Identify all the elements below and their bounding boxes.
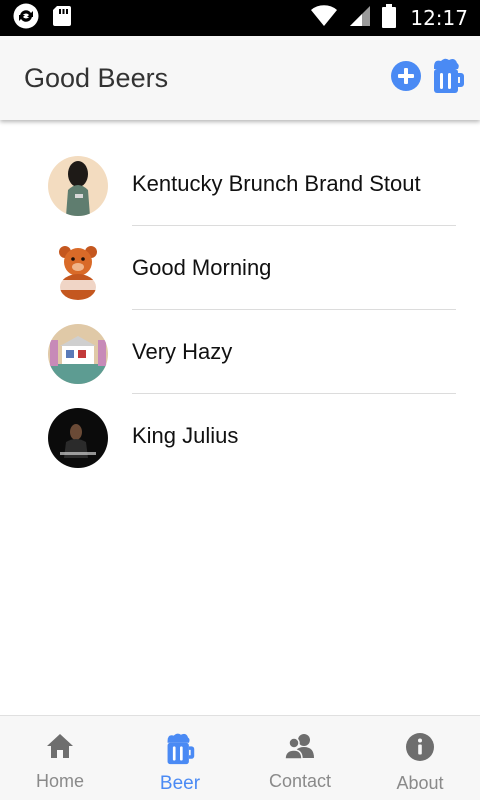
- page-title: Good Beers: [24, 62, 169, 93]
- tab-home[interactable]: Home: [0, 716, 120, 800]
- home-icon: [45, 732, 75, 765]
- wifi-icon: [310, 4, 338, 32]
- battery-icon: [382, 3, 397, 33]
- signal-icon: [348, 5, 372, 32]
- tab-label: Beer: [159, 773, 201, 794]
- app-screen: 12:17 Good Beers Kentucky Brunch Brand S…: [0, 0, 480, 800]
- beer-mug-icon: [164, 732, 196, 771]
- beer-mug-icon: [430, 57, 466, 100]
- sd-card-icon: [52, 4, 72, 33]
- beer-name: Very Hazy: [132, 339, 233, 364]
- avatar-figure: [48, 156, 108, 216]
- list-item[interactable]: King Julius: [0, 394, 480, 478]
- list-item[interactable]: Very Hazy: [0, 310, 480, 394]
- sync-icon: [12, 2, 40, 35]
- beer-name: King Julius: [132, 423, 239, 448]
- tab-about[interactable]: About: [360, 716, 480, 800]
- status-bar: 12:17: [0, 0, 480, 36]
- tab-label: About: [396, 773, 444, 793]
- list-item[interactable]: Good Morning: [0, 226, 480, 310]
- tab-label: Home: [35, 771, 84, 791]
- avatar-teddy-bear: [48, 240, 108, 300]
- beer-name: Kentucky Brunch Brand Stout: [132, 171, 421, 196]
- avatar-dark-portrait: [48, 408, 108, 468]
- beer-button[interactable]: [430, 57, 466, 100]
- tab-bar: Home Beer Contact About: [0, 715, 480, 800]
- tab-label: Contact: [268, 771, 332, 791]
- avatar-house: [48, 324, 108, 384]
- tab-contact[interactable]: Contact: [240, 716, 360, 800]
- app-bar: Good Beers: [0, 36, 480, 120]
- list-item[interactable]: Kentucky Brunch Brand Stout: [0, 142, 480, 226]
- add-circle-icon: [390, 60, 422, 97]
- contacts-icon: [284, 732, 316, 765]
- tab-beer[interactable]: Beer: [120, 716, 240, 800]
- beer-name: Good Morning: [132, 255, 272, 280]
- info-icon: [405, 732, 435, 767]
- add-beer-button[interactable]: [390, 60, 422, 97]
- beer-list: Kentucky Brunch Brand Stout Good Morning: [0, 120, 480, 478]
- status-time: 12:17: [410, 6, 468, 30]
